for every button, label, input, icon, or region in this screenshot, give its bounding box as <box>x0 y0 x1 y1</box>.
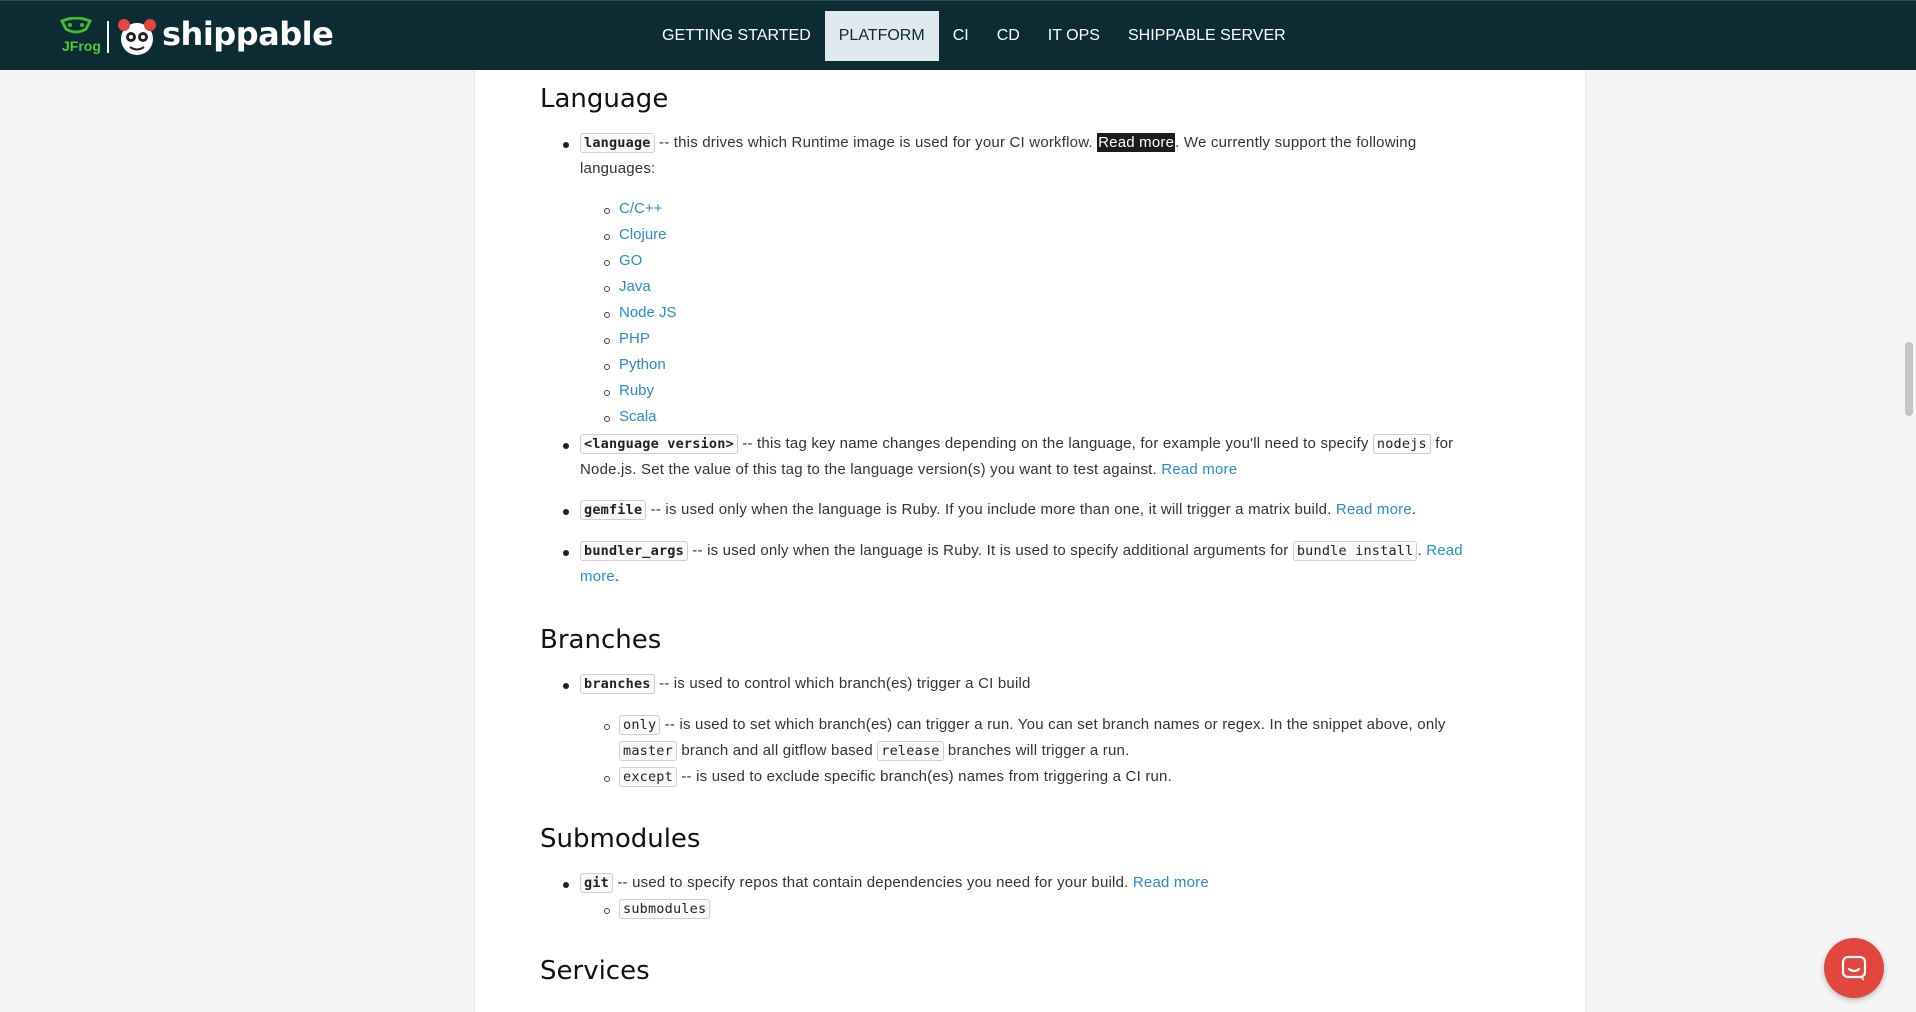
nav-platform[interactable]: PLATFORM <box>824 11 939 61</box>
text: -- is used to exclude specific branch(es… <box>676 768 1172 785</box>
text: -- is used to set which branch(es) can t… <box>660 716 1446 733</box>
lang-link-php[interactable]: PHP <box>619 330 650 347</box>
text: for <box>1430 435 1454 452</box>
circle-bullet <box>604 208 610 214</box>
lang-link-clojure[interactable]: Clojure <box>619 226 667 243</box>
language-item-line2: languages: <box>580 160 656 177</box>
circle-bullet <box>604 312 610 318</box>
text: -- is used only when the language is Rub… <box>646 501 1336 518</box>
read-more-link[interactable]: Read <box>1426 542 1463 559</box>
text: . <box>1417 542 1427 559</box>
chat-launcher-button[interactable] <box>1824 938 1884 998</box>
circle-bullet <box>604 724 610 730</box>
read-more-link-selected[interactable]: Read more <box>1097 133 1176 152</box>
circle-bullet <box>604 286 610 292</box>
code-bundle-install: bundle install <box>1292 541 1418 561</box>
main-nav: GETTING STARTED PLATFORM CI CD IT OPS SH… <box>648 11 1300 61</box>
language-item-line1: language -- this drives which Runtime im… <box>580 133 1417 153</box>
branches-line: branches -- is used to control which bra… <box>580 674 1031 694</box>
text: Node.js. Set the value of this tag to th… <box>580 461 1162 478</box>
branches-heading: Branches <box>540 625 662 655</box>
text: -- this tag key name changes depending o… <box>737 435 1373 452</box>
read-more-link-cont[interactable]: more <box>580 568 615 585</box>
code-nodejs: nodejs <box>1372 434 1431 454</box>
text: -- is used to control which branch(es) t… <box>654 675 1031 692</box>
text: -- used to specify repos that contain de… <box>612 874 1133 891</box>
read-more-link[interactable]: Read more <box>1336 501 1412 518</box>
nav-cd[interactable]: CD <box>983 11 1034 61</box>
jfrog-logo[interactable]: JFrog <box>58 17 101 57</box>
except-line: except -- is used to exclude specific br… <box>619 767 1172 787</box>
nav-it-ops[interactable]: IT OPS <box>1034 11 1114 61</box>
bullet <box>563 509 569 515</box>
bullet <box>563 443 569 449</box>
shippable-mascot-icon <box>116 17 158 57</box>
nav-ci[interactable]: CI <box>939 11 983 61</box>
nav-shippable-server[interactable]: SHIPPABLE SERVER <box>1114 11 1300 61</box>
code-release: release <box>877 741 944 761</box>
bullet <box>563 882 569 888</box>
read-more-link[interactable]: Read more <box>1161 461 1237 478</box>
scrollbar-thumb[interactable] <box>1905 342 1913 416</box>
services-heading: Services <box>540 956 650 986</box>
code-git: git <box>580 873 613 893</box>
code-except: except <box>619 767 677 787</box>
circle-bullet <box>604 776 610 782</box>
bullet <box>563 683 569 689</box>
submodules-heading: Submodules <box>540 824 701 854</box>
text: . We currently support the following <box>1175 134 1417 151</box>
circle-bullet <box>604 260 610 266</box>
bullet <box>563 550 569 556</box>
lang-link-cpp[interactable]: C/C++ <box>619 200 662 217</box>
nav-getting-started[interactable]: GETTING STARTED <box>648 11 825 61</box>
code-submodules: submodules <box>619 899 711 919</box>
lang-link-ruby[interactable]: Ruby <box>619 382 654 399</box>
lang-link-scala[interactable]: Scala <box>619 408 657 425</box>
bundler-args-line2: more. <box>580 568 619 585</box>
read-more-link[interactable]: Read more <box>1133 874 1209 891</box>
lang-link-go[interactable]: GO <box>619 252 642 269</box>
text: -- this drives which Runtime image is us… <box>654 134 1098 151</box>
circle-bullet <box>604 364 610 370</box>
circle-bullet <box>604 908 610 914</box>
code-language-version: <language version> <box>580 434 738 454</box>
circle-bullet <box>604 234 610 240</box>
text: . <box>1411 501 1417 518</box>
language-version-line1: <language version> -- this tag key name … <box>580 434 1454 454</box>
git-line: git -- used to specify repos that contai… <box>580 873 1209 893</box>
top-navbar: JFrog shippable GETTING STARTED PLATFORM… <box>0 0 1916 70</box>
bullet <box>563 142 569 148</box>
code-language: language <box>580 133 655 153</box>
text: branch and all gitflow based <box>676 742 878 759</box>
code-bundler-args: bundler_args <box>580 541 688 561</box>
logo-divider <box>107 21 109 53</box>
circle-bullet <box>604 390 610 396</box>
gemfile-line: gemfile -- is used only when the languag… <box>580 500 1417 520</box>
lang-link-java[interactable]: Java <box>619 278 651 295</box>
bundler-args-line1: bundler_args -- is used only when the la… <box>580 541 1463 561</box>
submodules-sub-line: submodules <box>619 899 711 919</box>
only-line1: only -- is used to set which branch(es) … <box>619 715 1446 735</box>
only-line2: master branch and all gitflow based rele… <box>619 741 1130 761</box>
text: branches will trigger a run. <box>943 742 1130 759</box>
circle-bullet <box>604 338 610 344</box>
lang-link-python[interactable]: Python <box>619 356 666 373</box>
text: . <box>614 568 620 585</box>
circle-bullet <box>604 416 610 422</box>
text: -- is used only when the language is Rub… <box>687 542 1293 559</box>
chat-icon <box>1841 955 1867 981</box>
language-version-line2: Node.js. Set the value of this tag to th… <box>580 461 1237 478</box>
code-master: master <box>619 741 677 761</box>
code-gemfile: gemfile <box>580 500 647 520</box>
page-scrollbar[interactable] <box>1902 70 1916 1012</box>
code-branches: branches <box>580 674 655 694</box>
shippable-logo-text[interactable]: shippable <box>162 15 334 53</box>
jfrog-label: JFrog <box>62 38 101 54</box>
code-only: only <box>619 715 661 735</box>
language-heading: Language <box>540 84 669 114</box>
lang-link-nodejs[interactable]: Node JS <box>619 304 677 321</box>
